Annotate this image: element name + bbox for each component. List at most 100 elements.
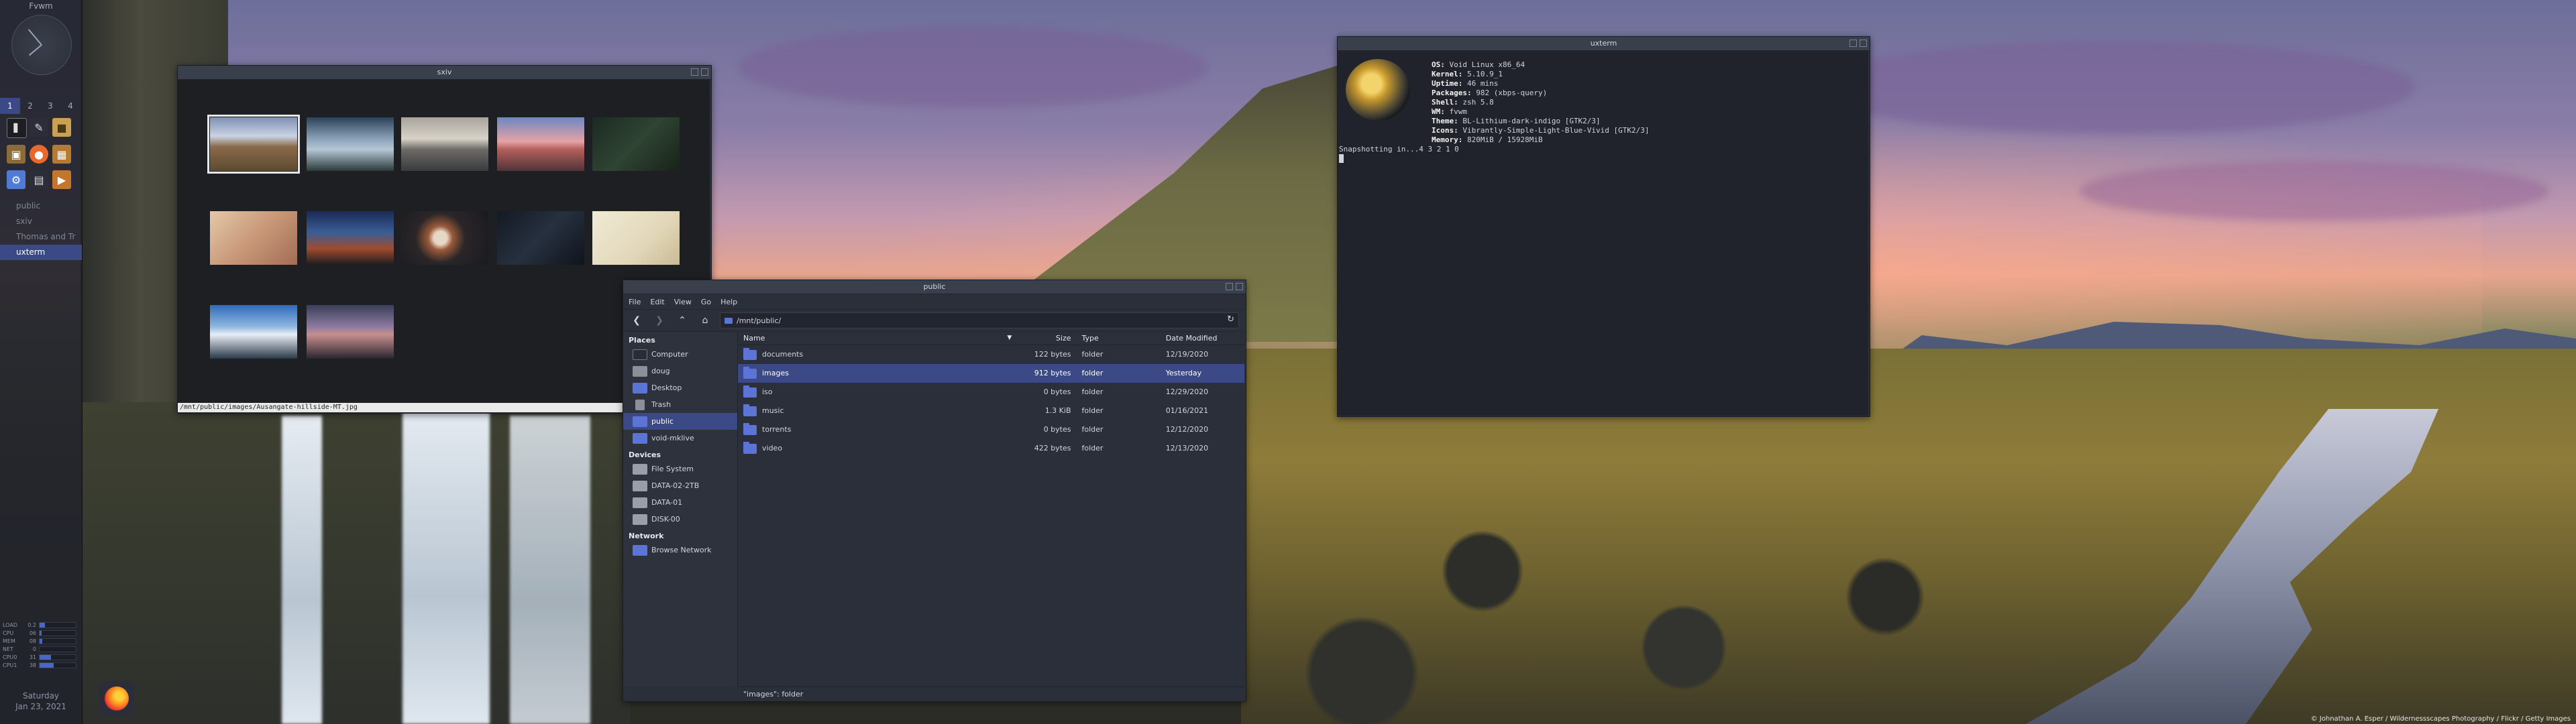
- info-key: OS:: [1432, 60, 1445, 69]
- close-button[interactable]: [1236, 283, 1243, 290]
- column-name[interactable]: Name ▼: [738, 332, 1018, 345]
- info-key: Uptime:: [1432, 79, 1463, 88]
- sidebar-item-data-02-2tb[interactable]: DATA-02-2TB: [623, 477, 737, 494]
- info-line: OS: Void Linux x86_64: [1432, 60, 1650, 70]
- terminal-output[interactable]: OS: Void Linux x86_64 Kernel: 5.10.9_1 Upt…: [1338, 51, 1868, 416]
- menu-view[interactable]: View: [674, 298, 692, 306]
- devices-header: Devices: [629, 450, 661, 459]
- thumbnail-ausangate[interactable]: [207, 115, 300, 174]
- thumbnail-dark-sky[interactable]: [497, 211, 584, 265]
- table-row[interactable]: music 1.3 KiB folder 01/16/2021: [738, 402, 1244, 420]
- image-viewer-icon[interactable]: ▣: [7, 145, 25, 164]
- sysmon-row: LOAD 0.2: [0, 621, 82, 629]
- sidebar-item-doug[interactable]: doug: [623, 363, 737, 379]
- desk-2[interactable]: 2: [20, 98, 40, 114]
- file-type: folder: [1081, 387, 1104, 396]
- file-date: 12/19/2020: [1165, 350, 1209, 359]
- thumbnail-abstract[interactable]: [401, 211, 488, 265]
- sysmon-value: 31: [29, 654, 36, 660]
- thumbnail-sunset-tree[interactable]: [497, 117, 584, 171]
- sidebar-item-void-mklive[interactable]: void-mklive: [623, 430, 737, 446]
- archive-icon[interactable]: ▦: [52, 145, 71, 164]
- thumbnail-lake[interactable]: [401, 117, 488, 171]
- sidebar-item-label: public: [651, 417, 674, 426]
- settings-icon[interactable]: ⚙: [7, 170, 25, 189]
- window-list-item-sxiv[interactable]: sxiv: [0, 214, 82, 229]
- minimize-button[interactable]: [1226, 283, 1233, 290]
- sidebar-item-trash[interactable]: Trash: [623, 396, 737, 413]
- table-row[interactable]: images 912 bytes folder Yesterday: [738, 364, 1244, 383]
- menu-help[interactable]: Help: [720, 298, 737, 306]
- monitor-icon[interactable]: ▤: [30, 170, 48, 189]
- sidebar-item-disk-00[interactable]: DISK-00: [623, 511, 737, 528]
- date-display: Saturday Jan 23, 2021: [0, 690, 82, 712]
- folder-icon[interactable]: ■: [52, 118, 71, 137]
- window-list-item-thomas[interactable]: Thomas and Tr: [0, 229, 82, 245]
- column-size[interactable]: Size: [1018, 332, 1076, 345]
- terminal-icon[interactable]: ▋: [7, 118, 27, 138]
- minimize-button[interactable]: [1849, 40, 1857, 47]
- window-list-item-uxterm[interactable]: uxterm: [0, 245, 82, 260]
- menu-file[interactable]: File: [629, 298, 641, 306]
- info-key: Packages:: [1432, 88, 1472, 97]
- desk-3[interactable]: 3: [40, 98, 60, 114]
- firefox-launcher-icon[interactable]: [99, 681, 134, 716]
- reload-icon[interactable]: ↻: [1227, 314, 1234, 324]
- thumbnail-pagoda[interactable]: [307, 211, 394, 265]
- close-button[interactable]: [1860, 40, 1867, 47]
- sysmon-row: CPU 06: [0, 629, 82, 637]
- close-button[interactable]: [701, 68, 708, 76]
- thumbnail-dusk-tree[interactable]: [307, 305, 394, 359]
- drive-icon: [633, 514, 647, 525]
- sidebar-item-file-system[interactable]: File System: [623, 461, 737, 477]
- table-row[interactable]: documents 122 bytes folder 12/19/2020: [738, 345, 1244, 364]
- sidebar-item-computer[interactable]: Computer: [623, 346, 737, 363]
- file-manager-titlebar[interactable]: public: [623, 280, 1246, 294]
- table-row[interactable]: torrents 0 bytes folder 12/12/2020: [738, 420, 1244, 439]
- desk-4[interactable]: 4: [60, 98, 80, 114]
- info-value: 982 (xbps-query): [1476, 88, 1548, 97]
- thumbnail-snow-peak[interactable]: [210, 305, 297, 359]
- uxterm-title: uxterm: [1590, 39, 1617, 48]
- desk-1[interactable]: 1: [0, 98, 20, 114]
- table-row[interactable]: iso 0 bytes folder 12/29/2020: [738, 383, 1244, 402]
- uxterm-titlebar[interactable]: uxterm: [1338, 37, 1870, 51]
- location-bar[interactable]: /mnt/public/ ↻: [720, 312, 1239, 328]
- window-list-item-public[interactable]: public: [0, 198, 82, 214]
- status-bar: "images": folder: [738, 686, 1244, 701]
- sidebar-item-browse-network[interactable]: Browse Network: [623, 542, 737, 558]
- file-size: 1.3 KiB: [1044, 406, 1071, 415]
- sidebar-item-data-01[interactable]: DATA-01: [623, 494, 737, 511]
- home-icon[interactable]: ⌂: [697, 313, 713, 328]
- column-type[interactable]: Type: [1077, 332, 1161, 345]
- sidebar-item-desktop[interactable]: Desktop: [623, 379, 737, 396]
- minimize-button[interactable]: [691, 68, 698, 76]
- menu-edit[interactable]: Edit: [650, 298, 664, 306]
- thumbnail-waterfall[interactable]: [307, 117, 394, 171]
- thumbnail-forest[interactable]: [592, 117, 680, 171]
- text-editor-icon[interactable]: ✎: [30, 118, 48, 137]
- uxterm-window[interactable]: uxterm OS: Void Linux x86_64 Kernel: 5.10…: [1337, 36, 1870, 417]
- sidebar-item-public[interactable]: public: [623, 413, 737, 430]
- back-arrow-icon[interactable]: ❮: [629, 313, 645, 328]
- places-sidebar: Places Computer doug Desktop Trash publi…: [623, 332, 738, 686]
- media-icon[interactable]: ▶: [52, 170, 71, 189]
- sxiv-titlebar[interactable]: sxiv: [178, 66, 711, 80]
- column-date[interactable]: Date Modified: [1161, 332, 1244, 345]
- info-line: Shell: zsh 5.8: [1432, 98, 1650, 107]
- firefox-icon[interactable]: ●: [30, 145, 48, 164]
- thumbnail-blossom[interactable]: [210, 211, 297, 265]
- sidebar-item-label: Computer: [651, 350, 688, 359]
- forward-arrow-icon[interactable]: ❯: [651, 313, 667, 328]
- menu-go[interactable]: Go: [701, 298, 711, 306]
- terminal-cursor: [1339, 154, 1344, 163]
- info-value: 820MiB / 15928MiB: [1466, 135, 1543, 144]
- file-size: 0 bytes: [1043, 425, 1071, 434]
- up-arrow-icon[interactable]: ⌃: [674, 313, 690, 328]
- thumbnail-sketch[interactable]: [592, 211, 680, 265]
- file-manager-title: public: [923, 282, 946, 291]
- sysmon-bar-fill: [40, 662, 54, 668]
- table-row[interactable]: video 422 bytes folder 12/13/2020: [738, 439, 1244, 458]
- file-manager-window: public File Edit View Go Help ❮ ❯ ⌃ ⌂ /m…: [623, 280, 1246, 702]
- info-key: Icons:: [1432, 126, 1458, 135]
